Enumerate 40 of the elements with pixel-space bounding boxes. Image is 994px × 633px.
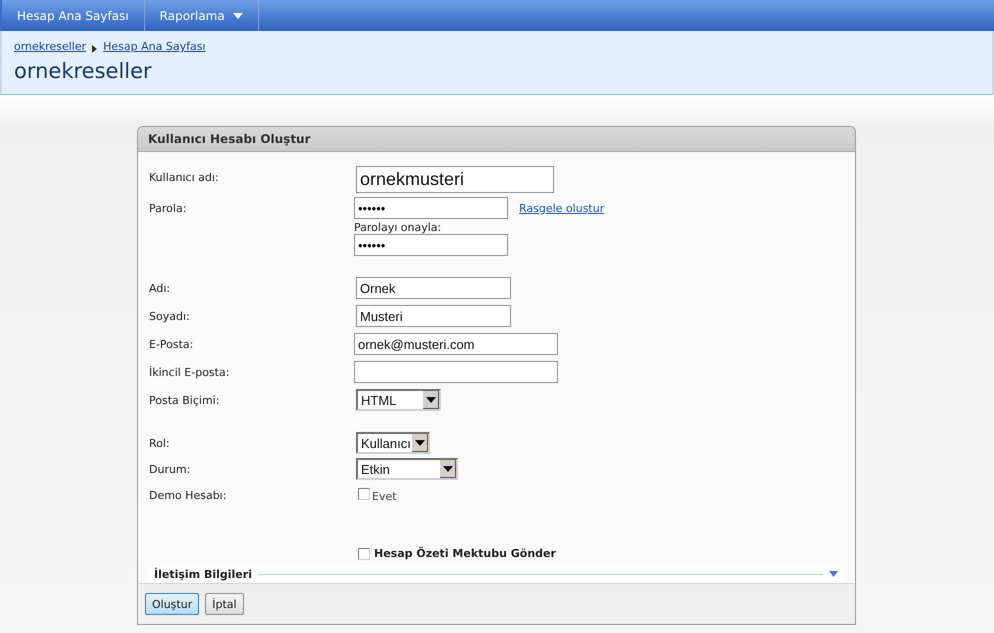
caret-icon — [426, 397, 436, 403]
checkbox[interactable] — [358, 548, 370, 560]
breadcrumb-arrow-icon — [92, 44, 98, 52]
dropdown[interactable]: Etkin — [356, 458, 458, 480]
field-label: Adı: — [149, 281, 172, 297]
dropdown[interactable]: Kullanıcı — [356, 432, 430, 454]
dropdown-value: HTML — [361, 392, 396, 408]
field-label: E-Posta: — [149, 337, 194, 353]
caret-icon — [415, 440, 425, 446]
caret-icon — [443, 466, 453, 472]
breadcrumb-link[interactable]: Hesap Ana Sayfası — [103, 40, 206, 53]
field-label: Parolayı onayla: — [354, 221, 442, 234]
form-button[interactable]: İptal — [205, 593, 244, 615]
input-field[interactable]: Musteri — [356, 305, 511, 327]
checkbox-label: Hesap Özeti Mektubu Gönder — [374, 547, 556, 560]
field-label: Soyadı: — [149, 309, 191, 325]
field-label: Demo Hesabı: — [149, 488, 228, 504]
dropdown[interactable]: HTML — [356, 389, 441, 411]
input-field[interactable]: Ornek — [356, 277, 511, 299]
field-label: İkincil E-posta: — [149, 365, 230, 381]
page-title: ornekreseller — [14, 59, 153, 83]
input-field[interactable]: ornek@musteri.com — [354, 333, 558, 355]
input-field[interactable]: ornekmusteri — [356, 166, 554, 193]
field-label: Posta Biçimi: — [149, 393, 220, 409]
section-title: İletişim Bilgileri — [154, 568, 252, 580]
card-title: Kullanıcı Hesabı Oluştur — [138, 127, 855, 152]
generate-link[interactable]: Rasgele oluştur — [519, 202, 604, 214]
input-field[interactable]: •••••• — [354, 234, 508, 256]
checkbox[interactable] — [358, 488, 370, 500]
breadcrumb-link[interactable]: ornekreseller — [14, 40, 86, 53]
checkbox-label: Evet — [372, 490, 397, 503]
dropdown-value: Etkin — [361, 462, 390, 476]
input-field[interactable]: •••••• — [354, 197, 508, 219]
field-label: Parola: — [149, 201, 188, 217]
form-button[interactable]: Oluştur — [145, 593, 200, 615]
field-label: Durum: — [149, 462, 192, 478]
dropdown-value: Kullanıcı — [361, 436, 411, 450]
input-field[interactable] — [354, 361, 558, 383]
field-label: Kullanıcı adı: — [149, 170, 220, 186]
field-label: Rol: — [149, 436, 171, 452]
